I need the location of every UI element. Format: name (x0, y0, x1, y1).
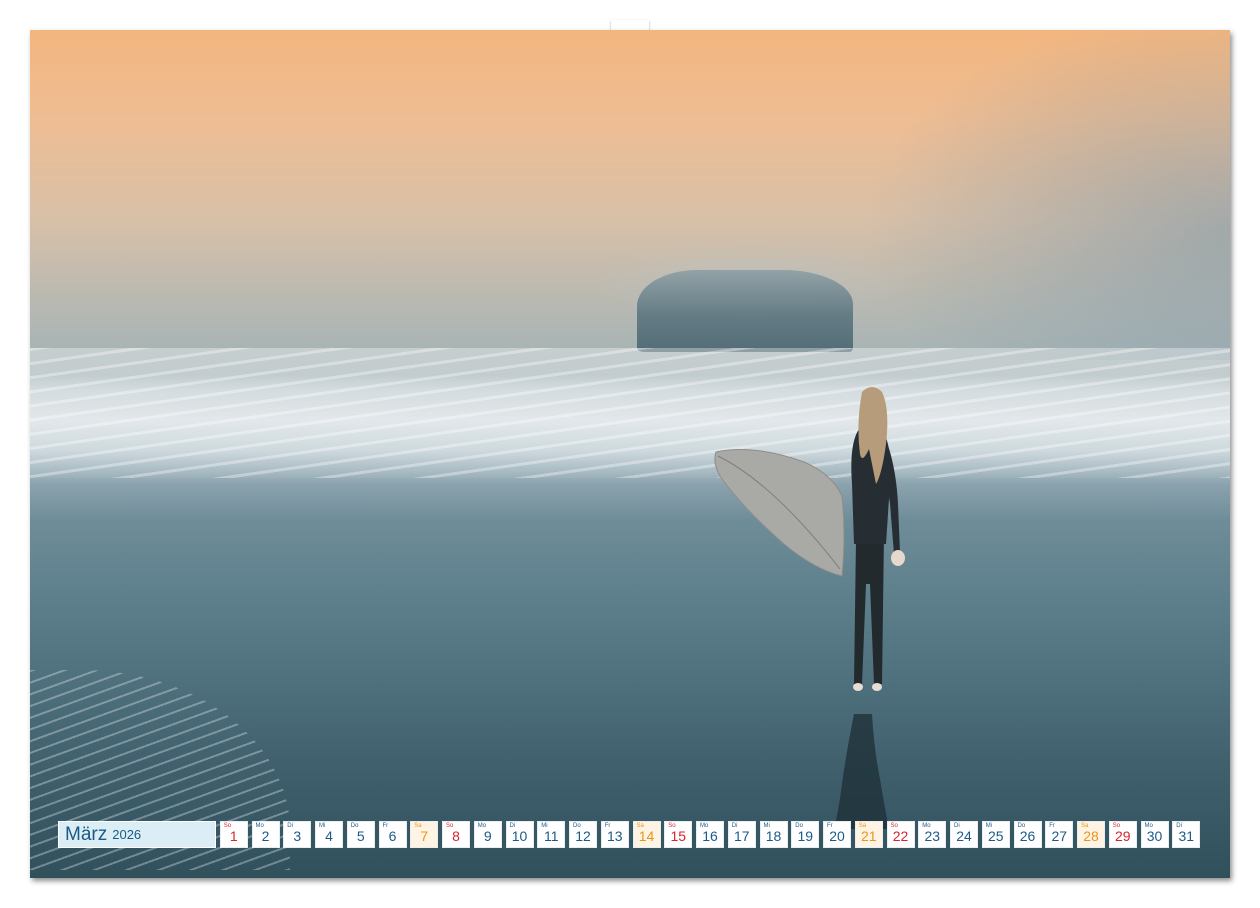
day-cell: Do 12 (569, 821, 597, 848)
day-cell: Mi 18 (759, 821, 788, 848)
day-number: 19 (797, 828, 814, 844)
day-cell: Sa 14 (632, 821, 661, 848)
month-name: März (65, 823, 108, 845)
day-cell: So 15 (664, 821, 693, 848)
day-number: 27 (1051, 828, 1068, 844)
day-cell: Fr 20 (823, 821, 851, 848)
day-cell: Fr 13 (600, 821, 629, 848)
day-number: 17 (733, 828, 750, 844)
day-number: 7 (420, 828, 429, 844)
day-cell: Sa 7 (410, 821, 439, 848)
day-number: 16 (702, 828, 718, 844)
day-number: 30 (1146, 828, 1163, 844)
day-number: 3 (293, 828, 302, 844)
surfboard (714, 449, 845, 577)
day-cell: So 29 (1108, 821, 1137, 848)
day-cell: Fr 6 (378, 821, 407, 848)
breaking-waves (30, 348, 1230, 478)
day-number: 31 (1178, 828, 1195, 844)
day-number: 4 (325, 828, 333, 844)
day-number: 23 (924, 828, 941, 844)
day-cell: Mi 11 (537, 821, 566, 848)
day-cell: Fr 27 (1045, 821, 1074, 848)
right-foot (872, 683, 882, 691)
day-cell: Do 26 (1013, 821, 1042, 848)
day-cell: Sa 21 (854, 821, 883, 848)
day-number: 21 (860, 828, 877, 844)
day-number: 6 (388, 828, 397, 844)
day-cell: Di 31 (1172, 821, 1201, 848)
day-number: 15 (670, 828, 687, 844)
day-number: 24 (956, 828, 972, 844)
sea-rock (637, 270, 853, 352)
day-cell: So 8 (442, 821, 470, 848)
surfer-with-board-icon (714, 387, 905, 829)
month-year: 2026 (112, 827, 142, 842)
month-label-box: März 2026 (58, 821, 216, 848)
left-foot (853, 683, 863, 691)
day-number: 22 (892, 828, 909, 844)
day-cell: Mo 2 (251, 821, 280, 848)
day-cell: Di 10 (505, 821, 534, 848)
calendar-strip: März 2026 So 1 Mo 2 Di 3 Mi 4 Do 5 Fr 6 Sa 7 So 8 Mo 9 Di 1… (58, 821, 1201, 850)
day-number: 18 (765, 828, 782, 844)
day-number: 5 (356, 828, 365, 844)
day-cell: Di 17 (727, 821, 756, 848)
day-cell: Mo 16 (696, 821, 724, 848)
day-number: 29 (1114, 828, 1131, 844)
surfer-legs (854, 534, 884, 684)
day-cell: Sa 28 (1077, 821, 1105, 848)
day-cell: Do 19 (791, 821, 820, 848)
day-number: 10 (511, 828, 528, 844)
day-cell: Mo 9 (473, 821, 502, 848)
day-cell: Di 3 (283, 821, 312, 848)
day-number: 13 (606, 828, 623, 844)
day-number: 12 (575, 828, 591, 844)
day-number: 28 (1083, 828, 1099, 844)
day-number: 9 (483, 828, 492, 844)
reflection-shape (834, 714, 889, 829)
day-cell: Do 5 (346, 821, 375, 848)
day-number: 20 (829, 828, 845, 844)
day-cell: Mo 23 (918, 821, 947, 848)
day-cell: So 1 (219, 821, 248, 848)
day-number: 14 (638, 828, 655, 844)
day-number: 8 (452, 828, 460, 844)
day-cell: Mo 30 (1140, 821, 1169, 848)
day-cell: So 22 (886, 821, 915, 848)
day-cell: Mi 25 (981, 821, 1010, 848)
calendar-page (30, 30, 1230, 878)
day-number: 1 (229, 828, 238, 844)
day-cell: Di 24 (950, 821, 978, 848)
day-number: 2 (261, 828, 270, 844)
day-number: 26 (1019, 828, 1036, 844)
surfer-hand (891, 550, 905, 566)
day-number: 11 (543, 828, 559, 844)
day-cell: Mi 4 (315, 821, 343, 848)
day-number: 25 (987, 828, 1004, 844)
